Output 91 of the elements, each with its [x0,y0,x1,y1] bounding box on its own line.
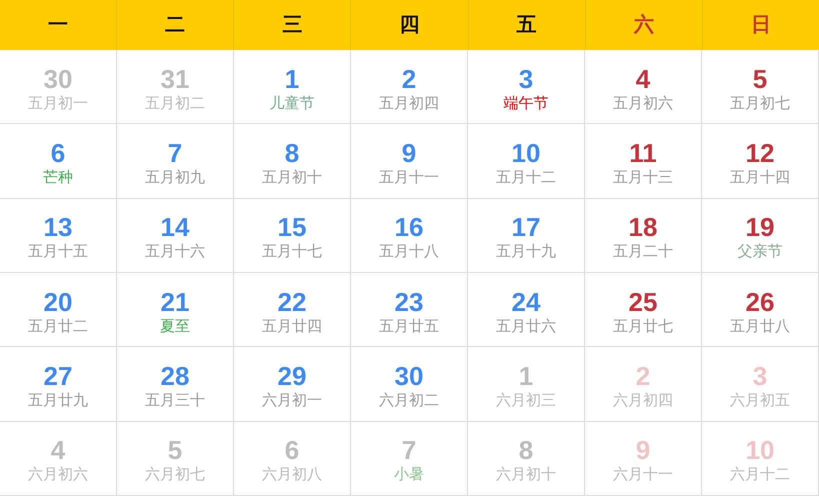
day-number: 8 [518,435,534,466]
day-number: 14 [160,212,190,242]
day-number: 10 [746,435,774,466]
day-number: 16 [394,212,424,242]
day-number: 10 [512,138,540,168]
day-number: 30 [394,360,424,391]
day-number: 9 [636,435,650,466]
day-number: 20 [44,286,72,317]
lunar-date: 五月初二 [145,94,205,114]
day-number: 6 [50,138,66,168]
lunar-date: 五月初四 [379,94,439,114]
day-number: 25 [628,286,658,317]
day-number: 7 [402,435,416,466]
lunar-date: 六月初五 [730,390,790,411]
day-number: 26 [746,286,774,317]
day-number: 13 [44,212,72,242]
weekday-label: 三 [282,13,302,38]
day-number: 28 [160,360,190,391]
day-number: 15 [278,212,306,242]
day-number: 11 [629,138,657,168]
lunar-date: 六月初四 [613,390,673,411]
day-number: 18 [628,212,658,242]
day-number: 7 [168,138,182,168]
lunar-date: 五月初九 [145,168,205,188]
day-number: 8 [284,138,300,168]
lunar-date: 五月廿九 [28,390,88,411]
lunar-date: 五月初七 [730,94,790,114]
lunar-date: 五月十六 [145,242,205,262]
lunar-date: 五月十二 [496,168,556,188]
lunar-date: 六月十二 [730,465,790,486]
day-number: 3 [518,64,534,94]
lunar-date: 六月初一 [262,390,322,411]
day-number: 2 [636,360,650,391]
day-number: 27 [44,360,72,391]
festival-label: 小暑 [394,465,424,486]
lunar-date: 五月廿七 [613,316,673,337]
weekday-label: 六 [634,12,654,38]
lunar-date: 六月初七 [145,465,205,486]
day-number: 4 [50,435,66,466]
day-number: 5 [752,64,768,94]
lunar-date: 五月初十 [262,168,322,188]
day-number: 4 [636,64,650,94]
lunar-date: 六月初二 [379,390,439,411]
festival-label: 端午节 [504,94,548,114]
lunar-date: 五月廿五 [379,316,439,337]
lunar-date: 五月廿二 [28,316,88,337]
day-number: 22 [278,286,306,317]
festival-label: 儿童节 [270,94,314,114]
day-number: 12 [746,138,774,168]
weekday-label: 一 [48,13,68,38]
day-number: 3 [752,360,768,391]
day-number: 2 [402,64,416,94]
lunar-date: 五月初六 [613,94,673,114]
lunar-date: 五月十五 [28,242,88,262]
lunar-date: 五月廿八 [730,316,790,337]
lunar-date: 五月初一 [28,94,88,114]
day-number: 24 [512,286,540,317]
weekday-label: 五 [516,13,537,38]
day-number: 19 [746,212,774,242]
festival-label: 父亲节 [738,242,782,262]
day-number: 5 [168,435,182,466]
weekday-label: 日 [750,13,771,38]
lunar-date: 五月十三 [613,168,673,188]
lunar-date: 六月十一 [613,465,673,486]
lunar-date: 五月十九 [496,242,556,262]
weekday-label: 四 [399,13,420,38]
day-number: 6 [284,435,300,466]
day-number: 29 [278,360,306,391]
lunar-date: 六月初六 [28,465,88,486]
lunar-date: 五月三十 [145,390,205,411]
day-number: 9 [402,138,416,168]
lunar-date: 五月十四 [730,168,790,188]
lunar-date: 五月二十 [613,242,673,262]
weekday-label: 二 [165,13,186,38]
day-number: 23 [394,286,424,317]
lunar-date: 五月廿四 [262,316,322,337]
day-number: 1 [284,64,300,94]
day-number: 31 [160,64,190,94]
lunar-date: 五月廿六 [496,316,556,337]
festival-label: 芒种 [43,168,73,188]
day-number: 21 [160,286,190,317]
day-number: 17 [512,212,540,242]
festival-label: 夏至 [160,316,190,337]
lunar-date: 六月初八 [262,465,322,486]
day-number: 30 [44,64,72,94]
lunar-date: 六月初三 [496,390,556,411]
lunar-date: 五月十一 [379,168,439,188]
lunar-date: 五月十七 [262,242,322,262]
lunar-date: 五月十八 [379,242,439,262]
lunar-date: 六月初十 [496,465,556,486]
day-number: 1 [518,360,534,391]
